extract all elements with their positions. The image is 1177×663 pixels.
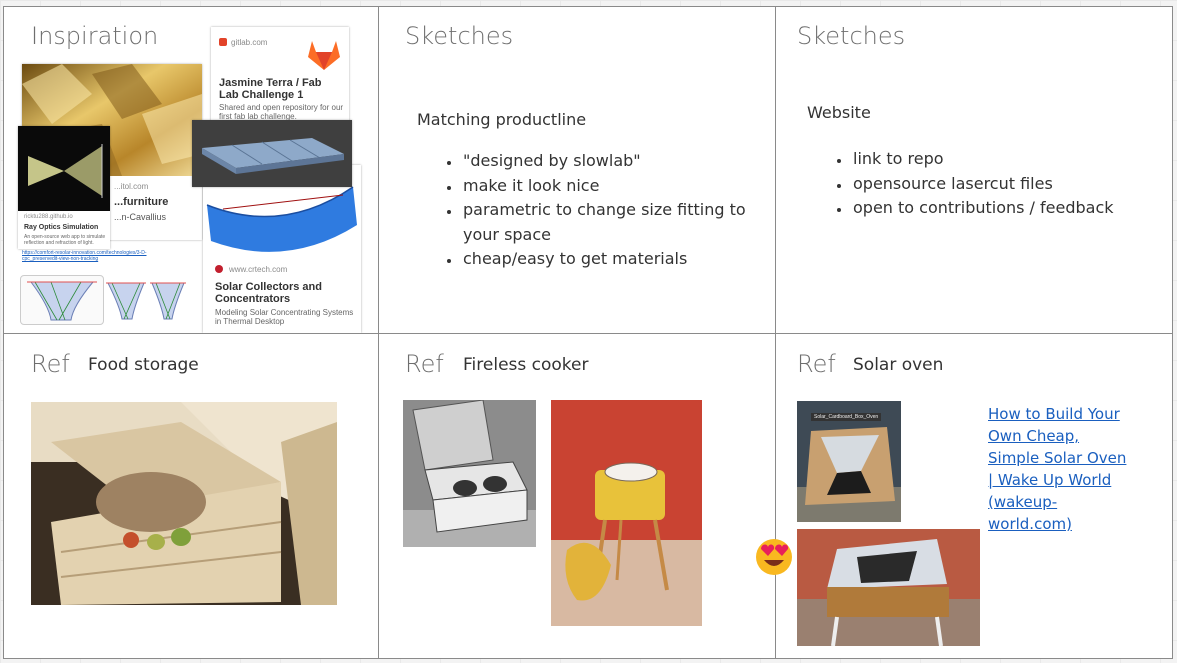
- ray-optics-link-card[interactable]: ricktu288.github.io Ray Optics Simulatio…: [18, 126, 110, 249]
- crtech-link-card[interactable]: www.crtech.com Solar Collectors and Conc…: [203, 165, 361, 333]
- sketch-heading: Matching productline: [417, 110, 587, 129]
- cell-title: Sketches: [405, 22, 514, 50]
- cell-inspiration: Inspiration ...itol.com ...furniture ...…: [3, 6, 379, 334]
- food-storage-photo[interactable]: [31, 402, 337, 605]
- sketch-bullet-list: link to repo opensource lasercut files o…: [829, 147, 1161, 221]
- bullet-item: cheap/easy to get materials: [461, 247, 751, 272]
- card-title: Ray Optics Simulation: [24, 224, 99, 231]
- bullet-item: opensource lasercut files: [851, 172, 1161, 197]
- fireless-cooker-color-photo[interactable]: [551, 400, 702, 626]
- cell-title: Ref: [797, 350, 836, 378]
- bullet-item: open to contributions / feedback: [851, 196, 1161, 221]
- gitlab-link-card[interactable]: gitlab.com Jasmine Terra / Fab Lab Chall…: [211, 27, 349, 123]
- cell-title: Ref: [31, 350, 70, 378]
- cell-sketches-productline: Sketches Matching productline "designed …: [378, 6, 776, 334]
- small-url-link[interactable]: https://comfort-resolar-innovation.com/t…: [22, 250, 162, 262]
- sketch-heading: Website: [807, 103, 871, 122]
- gitlab-small-icon: [219, 38, 227, 46]
- cell-title: Ref: [405, 350, 444, 378]
- cell-sketches-website: Sketches Website link to repo opensource…: [775, 6, 1173, 334]
- card-title: Solar Collectors and Concentrators: [215, 281, 322, 305]
- cell-subtitle: Solar oven: [853, 355, 944, 375]
- card-description: Shared and open repository for our first…: [219, 103, 344, 121]
- photo-caption: Solar_Cardboard_Box_Oven: [811, 413, 882, 421]
- fireless-cooker-bw-photo[interactable]: [403, 400, 536, 547]
- card-source: ricktu288.github.io: [24, 214, 73, 220]
- gitlab-fox-icon: [308, 41, 340, 70]
- card-title: ...furniture: [114, 196, 169, 208]
- reflector-diagram-1[interactable]: [20, 275, 104, 325]
- card-description: An open-source web app to simulate refle…: [24, 234, 106, 246]
- card-description: Modeling Solar Concentrating Systems in …: [215, 308, 354, 326]
- cell-title: Sketches: [797, 22, 906, 50]
- card-title: Jasmine Terra / Fab Lab Challenge 1: [219, 77, 322, 101]
- heart-eyes-emoji[interactable]: [753, 536, 795, 578]
- card-author: ...n-Cavallius: [114, 212, 167, 222]
- bullet-item: make it look nice: [461, 174, 751, 199]
- card-source: ...itol.com: [114, 182, 149, 191]
- bullet-item: "designed by slowlab": [461, 149, 751, 174]
- cell-subtitle: Food storage: [88, 355, 199, 375]
- cell-ref-solar-oven: Ref Solar oven Solar_Cardboard_Box_Oven: [775, 333, 1173, 659]
- ray-optics-image: [18, 126, 110, 211]
- card-source: gitlab.com: [231, 38, 268, 47]
- panel-render-image[interactable]: [192, 120, 352, 187]
- sketch-bullet-list: "designed by slowlab" make it look nice …: [439, 149, 751, 272]
- card-source: www.crtech.com: [229, 265, 288, 274]
- solar-oven-photo-2[interactable]: [797, 529, 980, 646]
- bullet-item: parametric to change size fitting to you…: [461, 198, 751, 247]
- cell-ref-fireless-cooker: Ref Fireless cooker: [378, 333, 776, 659]
- reflector-diagram-2[interactable]: [104, 279, 148, 323]
- cell-title: Inspiration: [31, 22, 159, 50]
- solar-oven-article-link[interactable]: How to Build Your Own Cheap, Simple Sola…: [988, 403, 1128, 535]
- reflector-diagram-3[interactable]: [148, 279, 188, 323]
- cell-ref-food-storage: Ref Food storage: [3, 333, 379, 659]
- crtech-logo-icon: [215, 265, 223, 273]
- whiteboard: Inspiration ...itol.com ...furniture ...…: [3, 6, 1173, 659]
- solar-oven-photo-1[interactable]: Solar_Cardboard_Box_Oven: [797, 401, 901, 522]
- bullet-item: link to repo: [851, 147, 1161, 172]
- cell-subtitle: Fireless cooker: [463, 355, 589, 375]
